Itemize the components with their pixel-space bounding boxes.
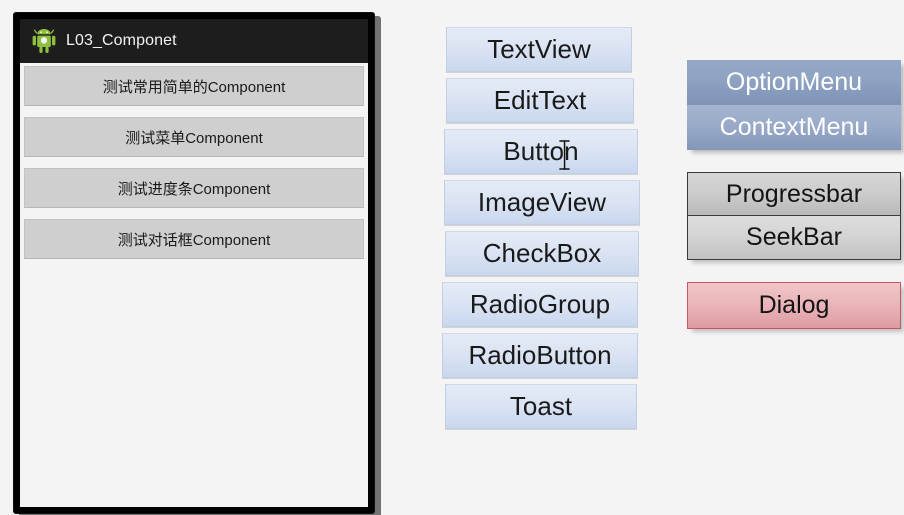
list-item[interactable]: 测试对话框Component [24,219,364,259]
component-button-edittext[interactable]: EditText [446,78,634,123]
component-button-label: RadioGroup [469,289,611,319]
component-button-radiogroup[interactable]: RadioGroup [442,282,638,327]
component-button-label: TextView [487,34,591,64]
menu-button-group: OptionMenu ContextMenu [687,60,901,150]
list-item[interactable]: 测试进度条Component [24,168,364,208]
list-item[interactable]: 测试常用简单的Component [24,66,364,106]
option-menu-button[interactable]: OptionMenu [687,60,901,105]
component-button-column: TextView EditText Button ImageView Check… [442,27,640,435]
dialog-button-group: Dialog [687,282,901,329]
component-button-checkbox[interactable]: CheckBox [445,231,639,276]
list-item-label: 测试对话框Component [117,231,271,249]
context-menu-button[interactable]: ContextMenu [687,105,901,150]
phone-button-list: 测试常用简单的Component 测试菜单Component 测试进度条Comp… [20,63,368,507]
feature-button-column: OptionMenu ContextMenu Progressbar SeekB… [687,60,901,351]
list-item-label: 测试菜单Component [125,129,263,147]
progressbar-button[interactable]: Progressbar [687,172,901,216]
seekbar-label: SeekBar [746,223,842,251]
dialog-button[interactable]: Dialog [687,282,901,329]
component-button-label: RadioButton [468,340,612,370]
seekbar-button[interactable]: SeekBar [687,216,901,260]
phone-mockup-frame: L03_Componet 测试常用简单的Component 测试菜单Compon… [13,12,375,514]
component-button-textview[interactable]: TextView [446,27,632,72]
component-button-label: Toast [509,391,573,421]
component-button-label: Button [503,136,579,166]
component-button-radiobutton[interactable]: RadioButton [442,333,638,378]
option-menu-label: OptionMenu [725,68,863,96]
app-title-bar: L03_Componet [20,19,368,63]
context-menu-label: ContextMenu [719,113,869,141]
dialog-label: Dialog [758,291,830,319]
list-item-label: 测试进度条Component [117,180,271,198]
component-button-button[interactable]: Button [444,129,638,174]
list-item[interactable]: 测试菜单Component [24,117,364,157]
component-button-imageview[interactable]: ImageView [444,180,640,225]
component-button-label: ImageView [477,187,607,217]
android-robot-icon [32,28,56,54]
bar-button-group: Progressbar SeekBar [687,172,901,260]
screenshot-canvas: L03_Componet 测试常用简单的Component 测试菜单Compon… [0,0,904,515]
list-item-label: 测试常用简单的Component [102,78,286,96]
progressbar-label: Progressbar [725,179,863,208]
component-button-label: CheckBox [482,238,602,268]
app-title-label: L03_Componet [66,32,177,49]
component-button-label: EditText [493,85,587,115]
phone-screen: L03_Componet 测试常用简单的Component 测试菜单Compon… [20,19,368,507]
component-button-toast[interactable]: Toast [445,384,637,429]
